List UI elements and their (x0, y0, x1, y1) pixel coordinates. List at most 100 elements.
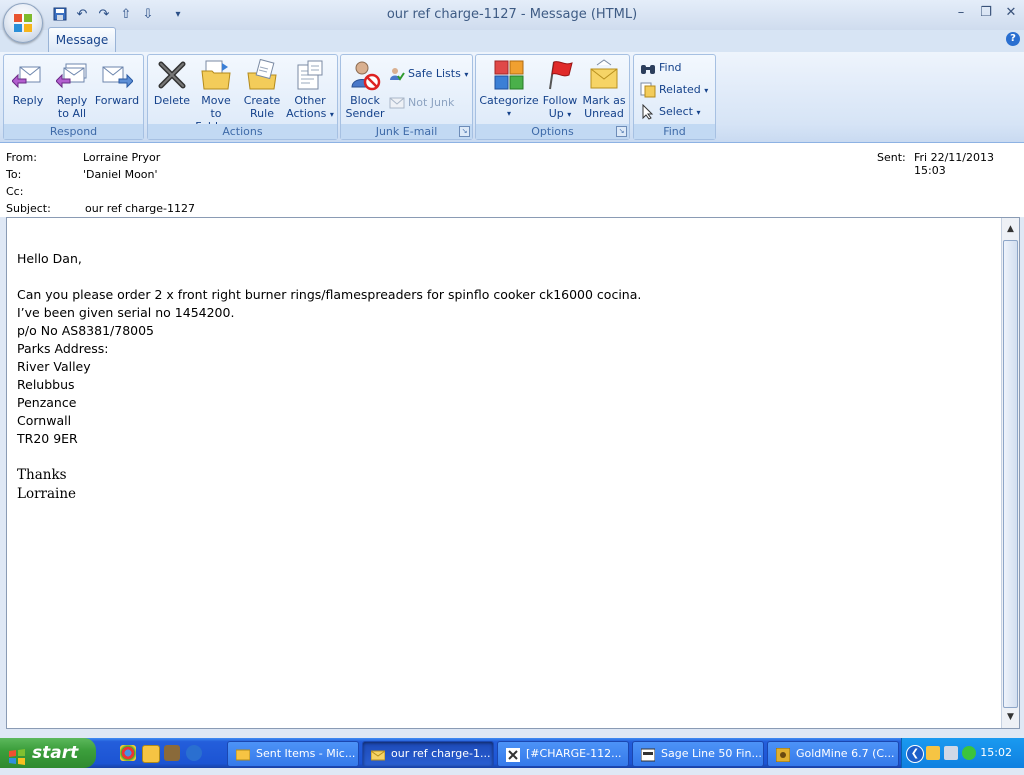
system-tray: ❮ 15:02 (901, 738, 1024, 768)
binoculars-icon (640, 60, 656, 76)
outlook-tray-icon[interactable] (926, 746, 940, 760)
mark-as-unread-button[interactable]: Mark as Unread (580, 59, 628, 120)
block-sender-button[interactable]: Block Sender (343, 59, 387, 120)
create-rule-label-2: Rule (250, 107, 274, 120)
reply-all-button[interactable]: Reply to All (51, 59, 93, 120)
categorize-icon (493, 59, 525, 91)
ticket-task-icon (506, 747, 520, 762)
tray-expand-icon[interactable]: ❮ (906, 745, 924, 763)
from-value[interactable]: Lorraine Pryor (83, 151, 160, 164)
start-button[interactable]: start (0, 738, 96, 768)
dropdown-arrow-icon: ▾ (696, 108, 701, 117)
body-line: TR20 9ER (17, 431, 78, 446)
forward-button[interactable]: Forward (94, 59, 140, 107)
related-label: Related (659, 83, 701, 96)
office-button[interactable] (3, 3, 43, 43)
other-actions-label-1: Other (294, 94, 326, 107)
follow-up-button[interactable]: Follow Up ▾ (541, 59, 579, 121)
flag-icon (544, 59, 576, 91)
select-label: Select (659, 105, 693, 118)
group-junk-email: Block Sender Safe Lists ▾ Not Junk Junk … (340, 54, 473, 140)
app-launcher-icon[interactable] (164, 745, 180, 761)
group-actions-label: Actions (148, 124, 337, 139)
internet-explorer-icon[interactable] (186, 745, 202, 761)
dropdown-arrow-icon: ▾ (506, 109, 511, 118)
network-tray-icon[interactable] (944, 746, 958, 760)
vertical-scrollbar[interactable]: ▲ ▼ (1001, 218, 1019, 728)
start-label: start (32, 743, 79, 763)
cursor-icon (640, 103, 656, 120)
body-line: Penzance (17, 395, 77, 410)
scrollbar-thumb[interactable] (1003, 240, 1018, 708)
other-actions-label-2: Actions (286, 107, 327, 120)
to-label: To: (6, 168, 22, 181)
options-dialog-launcher-icon[interactable]: ↘ (616, 126, 627, 137)
restore-button[interactable]: ❐ (975, 4, 997, 22)
message-body-pane[interactable]: Hello Dan, Can you please order 2 x fron… (6, 217, 1020, 729)
outlook-task-icon (235, 747, 251, 761)
outlook-icon[interactable] (142, 745, 160, 763)
create-rule-button[interactable]: Create Rule (240, 58, 284, 120)
goldmine-task-icon (775, 747, 791, 763)
task-label: our ref charge-1... (391, 747, 491, 760)
task-sage-line[interactable]: Sage Line 50 Fin... (632, 741, 764, 767)
task-goldmine[interactable]: GoldMine 6.7 (C... (767, 741, 899, 767)
body-line: River Valley (17, 359, 91, 374)
chrome-icon[interactable] (120, 745, 136, 761)
group-options-label: Options (476, 124, 629, 139)
related-icon (640, 82, 656, 98)
body-line: p/o No AS8381/78005 (17, 323, 155, 338)
move-to-folder-icon (200, 59, 232, 91)
cc-label: Cc: (6, 185, 24, 198)
message-task-icon (370, 747, 386, 761)
mark-as-unread-label-2: Unread (584, 107, 624, 120)
not-junk-label: Not Junk (408, 96, 455, 109)
window-title: our ref charge-1127 - Message (HTML) (386, 7, 638, 22)
dropdown-arrow-icon: ▾ (329, 110, 334, 119)
close-button[interactable]: ✕ (1000, 4, 1022, 22)
status-tray-icon[interactable] (962, 746, 976, 760)
categorize-button[interactable]: Categorize ▾ (479, 59, 539, 120)
reply-all-label-2: to All (57, 107, 87, 120)
delete-button[interactable]: Delete (152, 59, 192, 107)
task-sent-items[interactable]: Sent Items - Mic... (227, 741, 359, 767)
task-current-message[interactable]: our ref charge-1... (362, 741, 494, 767)
not-junk-button: Not Junk (389, 94, 454, 112)
thanks-line: Thanks (17, 467, 67, 483)
clock: 15:02 (980, 746, 1012, 759)
to-value[interactable]: 'Daniel Moon' (83, 168, 158, 181)
move-to-folder-button[interactable]: Move to Folder ▾ (194, 59, 238, 134)
other-actions-button[interactable]: Other Actions ▾ (285, 59, 335, 121)
scroll-up-arrow-icon[interactable]: ▲ (1004, 222, 1017, 236)
help-icon[interactable]: ? (1006, 32, 1020, 46)
follow-up-label-1: Follow (542, 94, 578, 107)
safe-lists-button[interactable]: Safe Lists ▾ (389, 65, 468, 83)
from-label: From: (6, 151, 37, 164)
tab-message[interactable]: Message (48, 27, 116, 52)
group-respond-label: Respond (4, 124, 143, 139)
reply-button[interactable]: Reply (7, 59, 49, 107)
safe-lists-icon (389, 66, 405, 82)
message-header: From: Lorraine Pryor To: 'Daniel Moon' C… (0, 143, 1024, 217)
task-label: [#CHARGE-112... (526, 747, 622, 760)
select-button[interactable]: Select ▾ (640, 103, 700, 121)
body-line: Cornwall (17, 413, 72, 428)
task-label: Sent Items - Mic... (256, 747, 356, 760)
windows-logo-icon (8, 745, 26, 765)
junk-email-dialog-launcher-icon[interactable]: ↘ (459, 126, 470, 137)
group-respond: Reply Reply to All Forward Respond (3, 54, 144, 140)
taskbar: start Sent Items - Mic... our ref charge… (0, 738, 1024, 768)
related-button[interactable]: Related ▾ (640, 81, 708, 99)
minimize-button[interactable]: – (950, 4, 972, 22)
task-charge-ticket[interactable]: [#CHARGE-112... (497, 741, 629, 767)
group-find: Find Related ▾ Select ▾ Find (633, 54, 716, 140)
subject-value: our ref charge-1127 (85, 202, 195, 215)
dropdown-arrow-icon: ▾ (464, 70, 469, 79)
find-button[interactable]: Find (640, 59, 682, 77)
forward-icon (101, 59, 134, 91)
scroll-down-arrow-icon[interactable]: ▼ (1004, 710, 1017, 724)
group-junk-email-label: Junk E-mail (341, 124, 472, 139)
title-bar: ↶ ↷ ⇧ ⇩ ▾ our ref charge-1127 - Message … (0, 0, 1024, 30)
move-to-folder-label-1: Move to (201, 94, 231, 120)
create-rule-icon (246, 58, 278, 91)
